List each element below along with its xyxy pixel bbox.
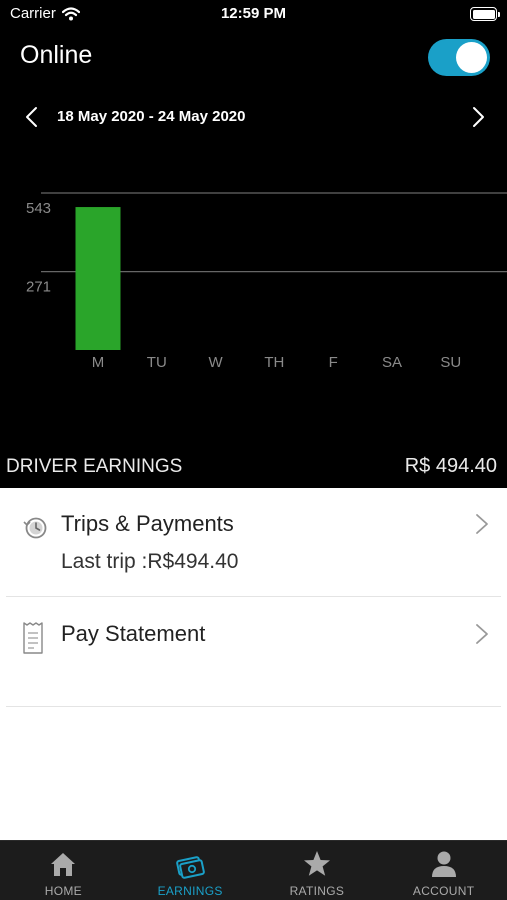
star-icon	[303, 851, 330, 876]
chevron-left-icon[interactable]	[22, 106, 44, 128]
earnings-panel: Trips & Payments Last trip :R$494.40 Pay…	[0, 488, 507, 840]
tab-label: ACCOUNT	[412, 884, 475, 898]
x-tick-label: TU	[147, 354, 167, 371]
y-tick-label: 543	[26, 200, 51, 217]
receipt-icon	[23, 622, 43, 654]
y-tick-label: 271	[26, 279, 51, 296]
x-tick-label: SA	[382, 354, 402, 371]
last-trip-text: Last trip :R$494.40	[61, 550, 239, 573]
online-toggle[interactable]	[428, 39, 490, 76]
chevron-right-icon	[476, 624, 488, 644]
pay-statement-title: Pay Statement	[61, 621, 206, 646]
driver-earnings-row: DRIVER EARNINGS R$ 494.40	[0, 450, 507, 488]
x-tick-label: M	[92, 354, 105, 371]
person-icon	[431, 851, 456, 877]
battery-icon	[470, 7, 500, 21]
online-title: Online	[20, 41, 93, 69]
earnings-chart: 271 543 M TU W TH F SA SU	[26, 192, 507, 371]
tab-label: RATINGS	[289, 884, 345, 898]
tab-account[interactable]: ACCOUNT	[380, 841, 507, 900]
x-tick-label: TH	[264, 354, 284, 371]
chevron-right-icon[interactable]	[466, 106, 488, 128]
history-icon	[23, 517, 47, 539]
date-range: 18 May 2020 - 24 May 2020	[57, 108, 246, 125]
status-time: 12:59 PM	[220, 5, 287, 22]
trips-payments-title: Trips & Payments	[61, 511, 234, 536]
tab-bar: HOME EARNINGS RATINGS ACCOUNT	[0, 840, 507, 900]
tab-label: EARNINGS	[157, 884, 223, 898]
x-tick-label: SU	[440, 354, 461, 371]
bar-m	[75, 207, 121, 350]
status-bar: Carrier 12:59 PM	[0, 0, 507, 30]
earnings-value: R$ 494.40	[404, 455, 497, 477]
tab-earnings[interactable]: EARNINGS	[127, 841, 254, 900]
toggle-knob	[456, 42, 487, 73]
tab-home[interactable]: HOME	[0, 841, 127, 900]
pay-statement-item[interactable]: Pay Statement	[6, 597, 501, 707]
chevron-right-icon	[476, 514, 488, 534]
date-navigation: 18 May 2020 - 24 May 2020	[0, 100, 507, 134]
x-tick-label: W	[209, 354, 224, 371]
money-icon	[176, 856, 205, 879]
tab-label: HOME	[44, 884, 82, 898]
earnings-label: DRIVER EARNINGS	[6, 456, 183, 477]
x-tick-label: F	[329, 354, 338, 371]
trips-payments-item[interactable]: Trips & Payments Last trip :R$494.40	[6, 488, 501, 597]
tab-ratings[interactable]: RATINGS	[254, 841, 381, 900]
home-icon	[51, 853, 76, 876]
